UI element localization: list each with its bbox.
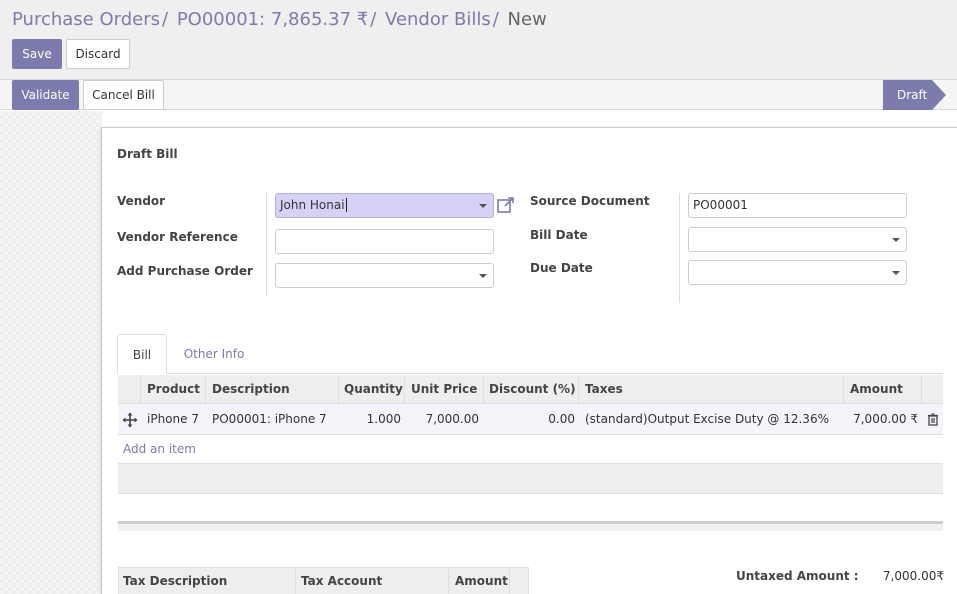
text-cursor <box>345 198 347 212</box>
due-date-label: Due Date <box>530 261 593 275</box>
vendor-field[interactable]: John Honai <box>275 193 494 218</box>
chevron-down-icon[interactable] <box>892 271 900 275</box>
column-header-discount[interactable]: Discount (%) <box>489 375 576 403</box>
breadcrumb-vendor-bills[interactable]: Vendor Bills <box>385 9 491 30</box>
vendor-reference-field[interactable] <box>275 229 494 254</box>
cell-quantity[interactable]: 1.000 <box>338 404 401 434</box>
column-separator <box>338 375 339 403</box>
tax-header-description[interactable]: Tax Description <box>123 567 227 594</box>
breadcrumb: Purchase Orders / PO00001: 7,865.37 ₹ / Ve… <box>12 9 547 30</box>
column-separator <box>578 375 579 403</box>
column-separator <box>509 567 510 594</box>
tax-header-account[interactable]: Tax Account <box>301 567 382 594</box>
cell-unit-price[interactable]: 7,000.00 <box>404 404 479 434</box>
column-separator <box>921 375 922 403</box>
add-item-link[interactable]: Add an item <box>123 434 196 464</box>
cell-taxes[interactable]: (standard)Output Excise Duty @ 12.36% <box>585 404 829 434</box>
statusbar: Validate Cancel Bill Draft <box>0 80 957 110</box>
chevron-down-icon[interactable] <box>479 204 487 208</box>
column-separator <box>404 375 405 403</box>
bill-date-label: Bill Date <box>530 228 588 242</box>
source-document-field[interactable]: PO00001 <box>688 193 907 218</box>
column-header-amount[interactable]: Amount <box>850 375 903 403</box>
column-separator <box>205 375 206 403</box>
column-header-quantity[interactable]: Quantity <box>344 375 403 403</box>
cell-description[interactable]: PO00001: iPhone 7 <box>212 404 327 434</box>
breadcrumb-separator: / <box>492 9 499 30</box>
breadcrumb-purchase-order[interactable]: PO00001: 7,865.37 ₹ <box>177 9 368 30</box>
discard-button[interactable]: Discard <box>66 39 130 69</box>
breadcrumb-current: New <box>507 9 547 30</box>
column-separator <box>843 375 844 403</box>
due-date-field[interactable] <box>688 260 907 285</box>
control-panel: Purchase Orders / PO00001: 7,865.37 ₹ / Ve… <box>0 0 957 80</box>
column-separator <box>483 375 484 403</box>
breadcrumb-separator: / <box>162 9 169 30</box>
breadcrumb-purchase-orders[interactable]: Purchase Orders <box>12 9 160 30</box>
vendor-reference-label: Vendor Reference <box>117 230 238 244</box>
bill-date-field[interactable] <box>688 227 907 252</box>
source-document-label: Source Document <box>530 194 650 208</box>
vendor-label: Vendor <box>117 194 166 208</box>
cancel-bill-button[interactable]: Cancel Bill <box>83 80 164 110</box>
column-separator <box>448 567 449 594</box>
status-arrow-icon <box>932 80 946 110</box>
column-header-description[interactable]: Description <box>212 375 290 403</box>
divider <box>266 193 267 297</box>
breadcrumb-separator: / <box>370 9 377 30</box>
table-footer <box>118 521 943 531</box>
background-gutter <box>0 111 102 594</box>
add-purchase-order-label: Add Purchase Order <box>117 264 253 278</box>
divider <box>679 193 680 303</box>
tax-header-amount[interactable]: Amount <box>455 567 508 594</box>
column-header-product[interactable]: Product <box>147 375 200 403</box>
validate-button[interactable]: Validate <box>12 80 79 110</box>
vendor-value: John Honai <box>280 198 345 212</box>
column-separator <box>295 567 296 594</box>
chevron-down-icon[interactable] <box>892 238 900 242</box>
untaxed-amount-label: Untaxed Amount : <box>736 569 859 583</box>
cell-amount[interactable]: 7,000.00 ₹ <box>843 404 918 434</box>
trash-icon[interactable] <box>927 413 939 426</box>
untaxed-amount-value: 7,000.00₹ <box>882 569 944 583</box>
form-title: Draft Bill <box>117 147 178 161</box>
column-header-taxes[interactable]: Taxes <box>585 375 623 403</box>
drag-handle-icon[interactable] <box>122 412 138 428</box>
status-draft[interactable]: Draft <box>883 80 932 110</box>
column-separator <box>140 375 141 403</box>
chevron-down-icon[interactable] <box>479 274 487 278</box>
add-purchase-order-field[interactable] <box>275 263 494 288</box>
column-header-unit-price[interactable]: Unit Price <box>411 375 477 403</box>
tab-bill[interactable]: Bill <box>117 334 167 374</box>
save-button[interactable]: Save <box>12 39 62 69</box>
cell-discount[interactable]: 0.00 <box>483 404 575 434</box>
empty-row <box>118 463 943 494</box>
external-link-icon[interactable] <box>496 195 516 215</box>
tab-other-info[interactable]: Other Info <box>175 334 253 374</box>
cell-product[interactable]: iPhone 7 <box>147 404 199 434</box>
